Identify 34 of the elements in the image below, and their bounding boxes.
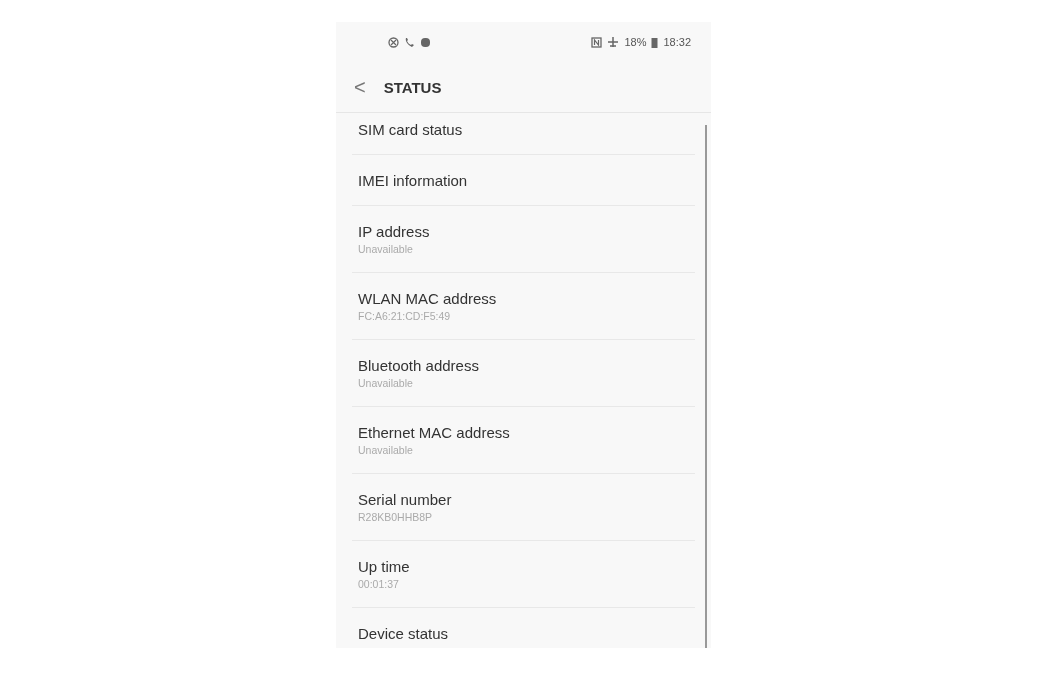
list-item[interactable]: WLAN MAC address FC:A6:21:CD:F5:49 (352, 273, 695, 340)
item-title: IMEI information (358, 171, 469, 189)
nfc-icon (591, 36, 603, 48)
battery-percent: 18% (624, 36, 647, 48)
list-item[interactable]: SIM card status (352, 113, 695, 155)
screen-title: STATUS (383, 78, 442, 96)
item-value: 00:01:37 (358, 578, 400, 590)
item-value: R28KB0HHB8P (358, 511, 434, 523)
list-item[interactable]: Device status (352, 608, 695, 648)
item-title: WLAN MAC address (358, 290, 498, 307)
item-title: IP address (358, 223, 431, 240)
list-item[interactable]: Up time 00:01:37 (352, 541, 695, 608)
item-title: Bluetooth address (358, 357, 480, 374)
item-title: SIM card status (358, 120, 464, 138)
airplane-icon (607, 36, 620, 48)
item-value: Unavailable (358, 444, 414, 456)
back-button[interactable]: < (354, 75, 366, 99)
list-item[interactable]: IMEI information (352, 155, 695, 206)
list-item[interactable]: IP address Unavailable (352, 206, 695, 273)
list-item[interactable]: Serial number R28KB0HHB8P (352, 474, 695, 541)
item-title: Device status (358, 624, 450, 642)
phone-icon (404, 36, 415, 48)
battery-icon (651, 36, 659, 48)
item-title: Ethernet MAC address (358, 424, 511, 441)
item-title: Serial number (358, 491, 453, 508)
item-value: FC:A6:21:CD:F5:49 (358, 310, 452, 322)
clock: 18:32 (663, 36, 691, 48)
list-item[interactable]: Ethernet MAC address Unavailable (352, 407, 695, 474)
item-title: Up time (358, 558, 411, 575)
scrollbar[interactable] (705, 125, 707, 648)
list-item[interactable]: Bluetooth address Unavailable (352, 340, 695, 407)
item-value: Unavailable (358, 377, 414, 389)
item-value: Unavailable (358, 243, 414, 255)
blocked-icon (388, 36, 399, 48)
